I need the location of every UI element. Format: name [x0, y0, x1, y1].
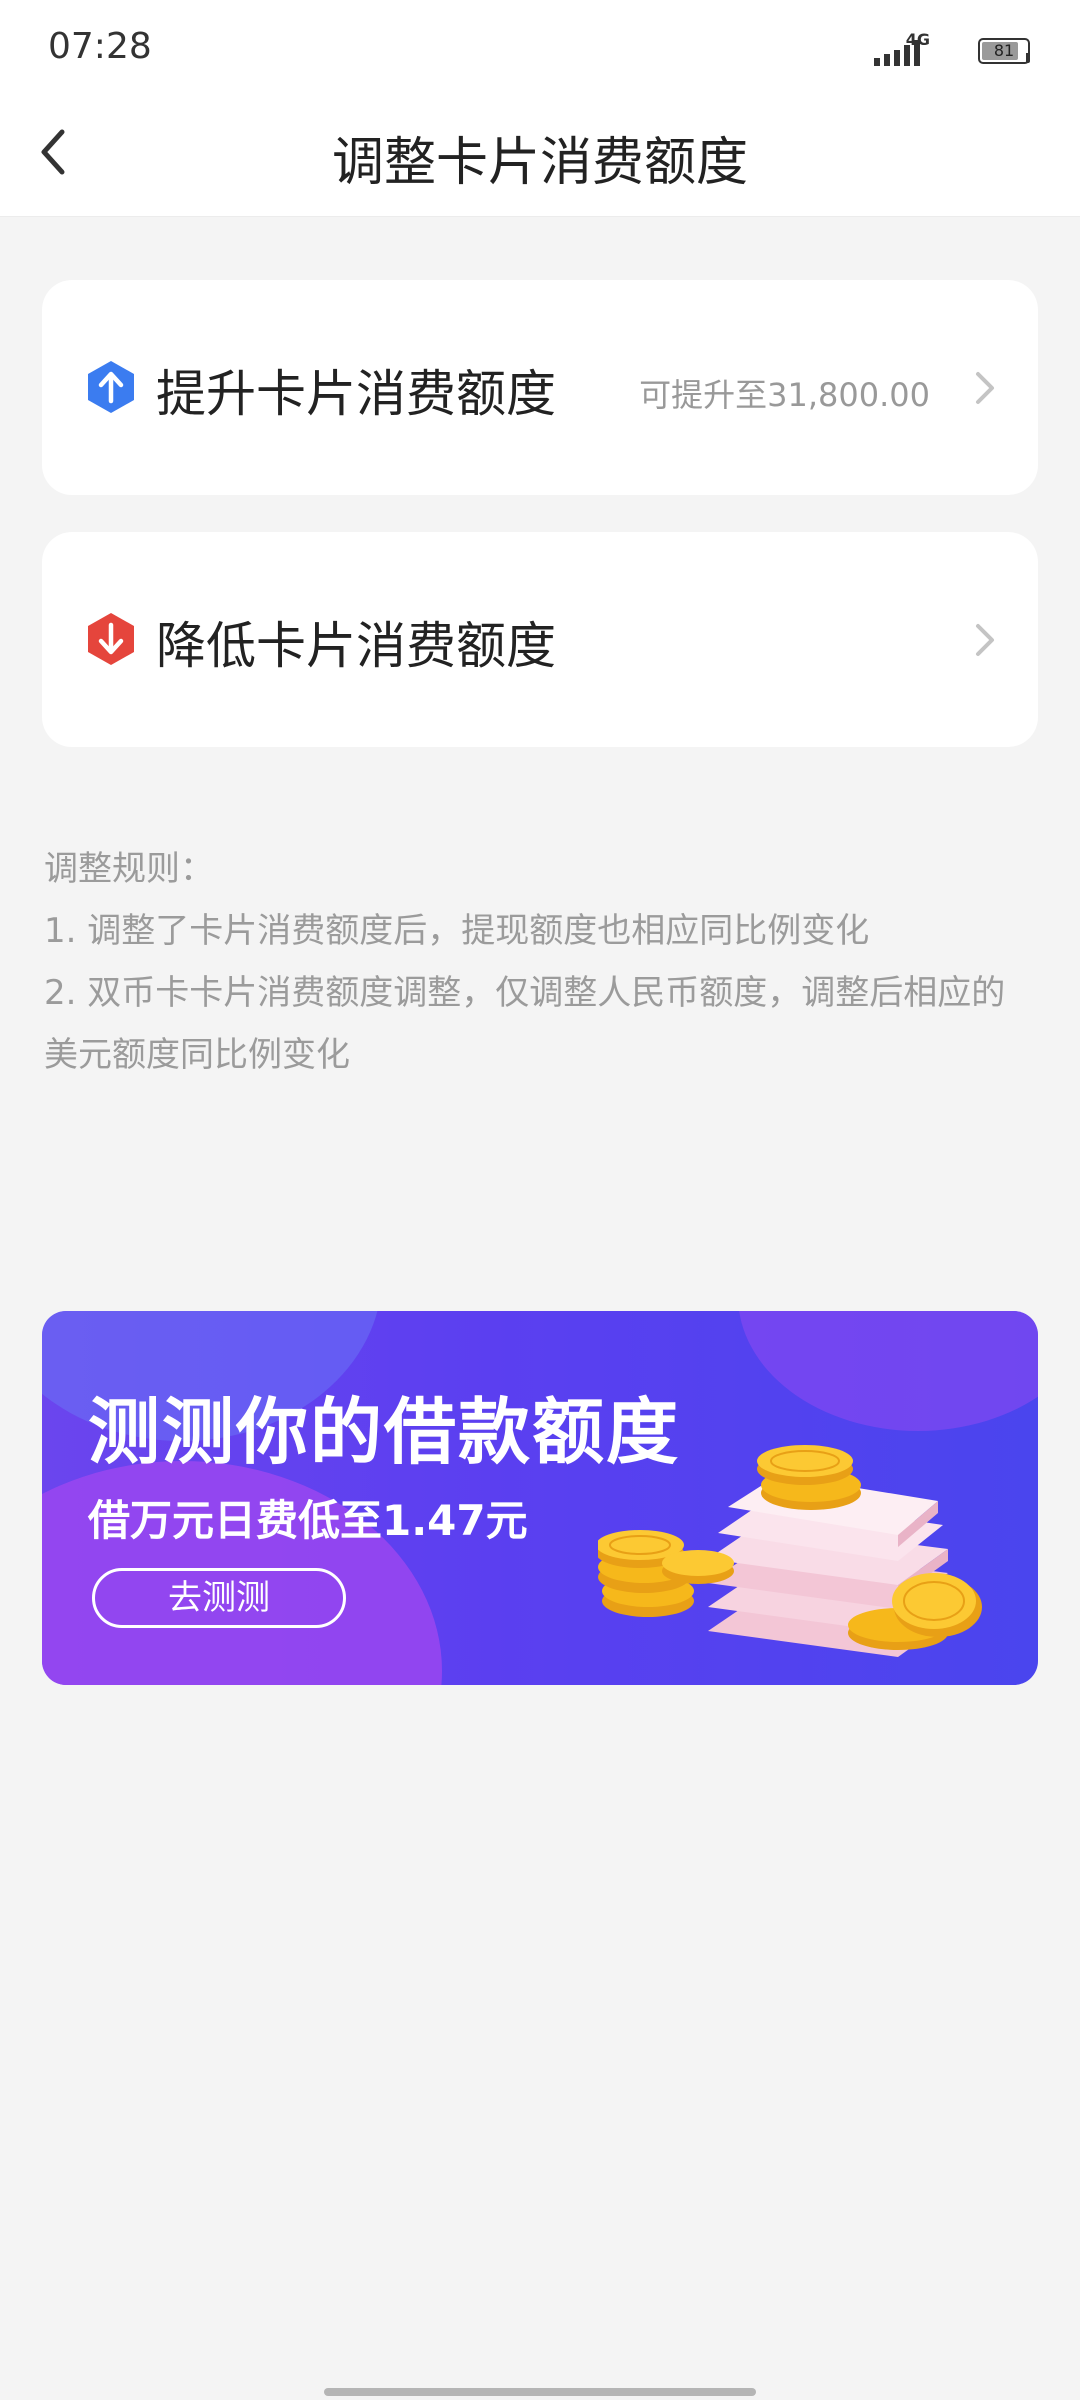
page-title: 调整卡片消费额度: [331, 133, 748, 193]
banner-decoration: [738, 1311, 1038, 1431]
adjustment-rules: 调整规则： 1. 调整了卡片消费额度后，提现额度也相应同比例变化 2. 双币卡卡…: [44, 838, 1034, 1086]
navigation-bar: 调整卡片消费额度: [0, 100, 1080, 217]
rules-title: 调整规则：: [44, 849, 214, 889]
decrease-limit-label: 降低卡片消费额度: [156, 617, 556, 675]
home-indicator[interactable]: [324, 2388, 756, 2396]
decrease-limit-card[interactable]: 降低卡片消费额度: [42, 532, 1038, 747]
screen: 07:28 4G 81 调整卡片消费额度 提升卡片消费额度 可提升至31,800…: [0, 0, 1080, 2400]
arrow-down-icon: [88, 613, 134, 665]
loan-promo-banner[interactable]: 测测你的借款额度 借万元日费低至1.47元 去测测: [42, 1311, 1038, 1685]
status-time: 07:28: [48, 26, 152, 67]
coin-icon: [757, 1445, 861, 1510]
status-bar: 07:28 4G 81: [0, 0, 1080, 100]
banner-title: 测测你的借款额度: [88, 1390, 681, 1474]
rule-item: 1. 调整了卡片消费额度后，提现额度也相应同比例变化: [44, 911, 870, 951]
chevron-right-icon: [976, 624, 994, 656]
banner-subtitle: 借万元日费低至1.47元: [88, 1496, 528, 1545]
increase-limit-label: 提升卡片消费额度: [156, 365, 556, 423]
signal-icon: [874, 40, 920, 66]
rule-item: 2. 双币卡卡片消费额度调整，仅调整人民币额度，调整后相应的美元额度同比例变化: [44, 973, 1006, 1075]
increase-limit-hint: 可提升至31,800.00: [639, 376, 930, 414]
battery-icon: 81: [978, 38, 1030, 64]
arrow-up-icon: [88, 361, 134, 413]
battery-cap: [1026, 53, 1030, 63]
battery-level: 81: [993, 41, 1015, 60]
money-coins-illustration: [598, 1445, 982, 1657]
test-now-button[interactable]: 去测测: [92, 1568, 346, 1628]
increase-limit-card[interactable]: 提升卡片消费额度 可提升至31,800.00: [42, 280, 1038, 495]
chevron-right-icon: [976, 372, 994, 404]
